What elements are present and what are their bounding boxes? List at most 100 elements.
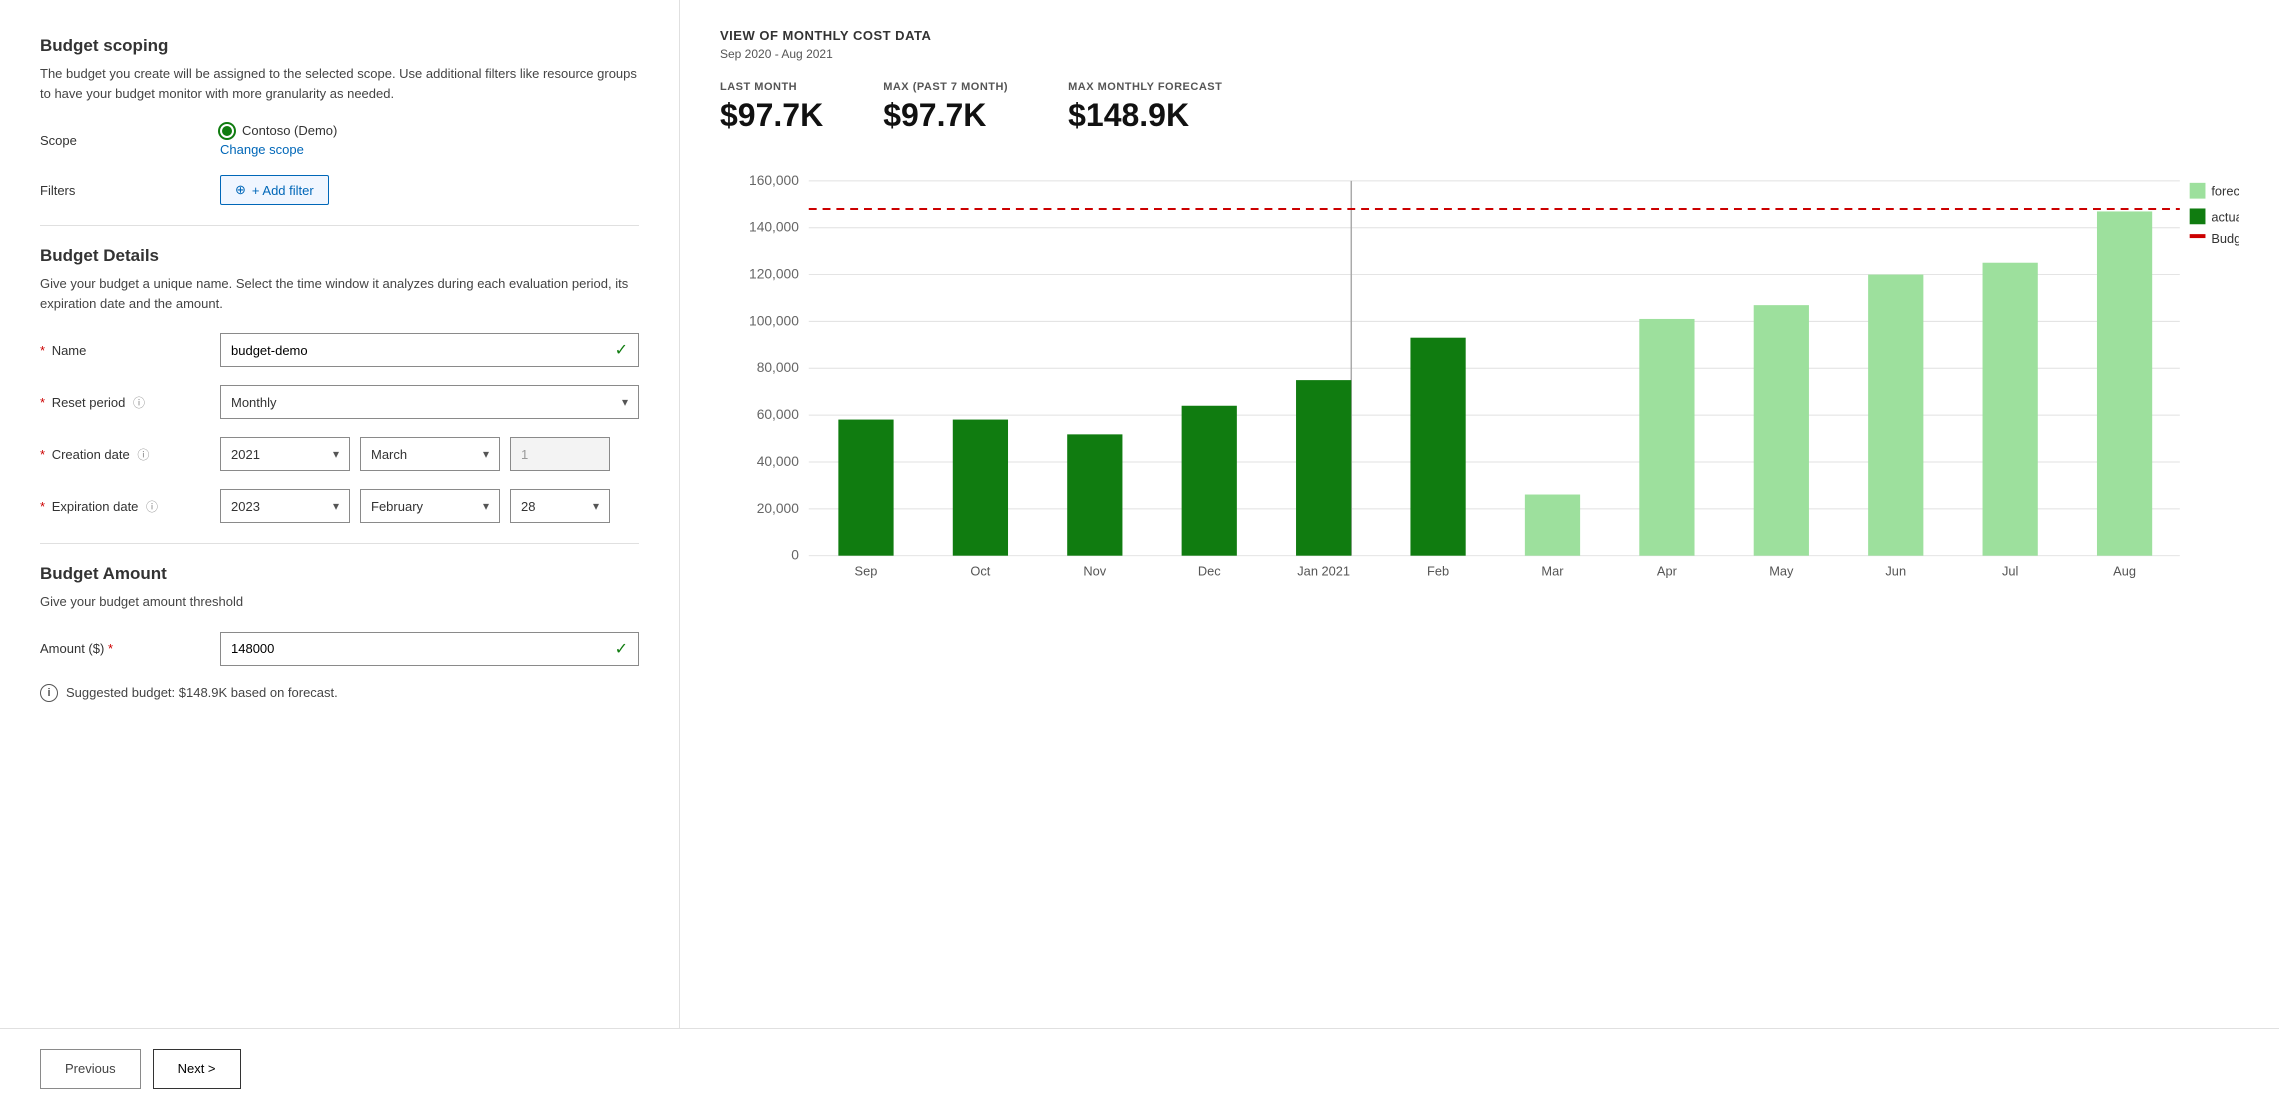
name-input-container[interactable]: ✓ — [220, 333, 639, 367]
chevron-down-icon: ▾ — [333, 499, 339, 513]
svg-text:Sep: Sep — [855, 563, 878, 578]
bar-mar — [1525, 495, 1580, 556]
chart-area: 160,000 140,000 120,000 100,000 80,000 6… — [720, 158, 2239, 618]
bar-aug — [2097, 211, 2152, 555]
add-filter-icon: ⊕ — [235, 182, 246, 198]
svg-text:Apr: Apr — [1657, 563, 1678, 578]
expiration-day-value: 28 — [521, 499, 535, 514]
bar-apr — [1639, 319, 1694, 556]
stat-forecast-value: $148.9K — [1068, 97, 1222, 134]
reset-period-label: * Reset period ⓘ — [40, 394, 220, 411]
check-icon: ✓ — [615, 340, 628, 360]
divider-1 — [40, 225, 639, 226]
svg-text:Jun: Jun — [1885, 563, 1906, 578]
expiration-year-value: 2023 — [231, 499, 260, 514]
previous-button[interactable]: Previous — [40, 1049, 141, 1089]
legend-forecast-label: forecast — [2211, 184, 2239, 199]
amount-label: Amount ($) * — [40, 641, 220, 656]
creation-date-row: * Creation date ⓘ 2021 ▾ March ▾ 1 — [40, 437, 639, 471]
reset-period-dropdown[interactable]: Monthly ▾ — [220, 385, 639, 419]
creation-day-field: 1 — [510, 437, 610, 471]
amount-input-container[interactable]: ✓ — [220, 632, 639, 666]
bar-jan — [1296, 380, 1351, 556]
svg-text:20,000: 20,000 — [757, 501, 800, 516]
reset-period-row: * Reset period ⓘ Monthly ▾ — [40, 385, 639, 419]
creation-date-info-icon: ⓘ — [137, 448, 149, 462]
left-panel: Budget scoping The budget you create wil… — [0, 0, 680, 1028]
budget-scoping-desc: The budget you create will be assigned t… — [40, 64, 639, 103]
creation-day-value: 1 — [521, 447, 528, 462]
scope-block: Contoso (Demo) Change scope — [220, 123, 337, 157]
creation-date-label: * Creation date ⓘ — [40, 446, 220, 463]
svg-text:40,000: 40,000 — [757, 454, 800, 469]
footer-bar: Previous Next > — [0, 1028, 2279, 1108]
stat-max-value: $97.7K — [883, 97, 1008, 134]
filters-row: Filters ⊕ + Add filter — [40, 175, 639, 205]
svg-text:Jan 2021: Jan 2021 — [1297, 563, 1350, 578]
filters-label: Filters — [40, 183, 220, 198]
stat-forecast: MAX MONTHLY FORECAST $148.9K — [1068, 81, 1222, 134]
expiration-year-dropdown[interactable]: 2023 ▾ — [220, 489, 350, 523]
creation-month-value: March — [371, 447, 407, 462]
bar-dec — [1182, 406, 1237, 556]
suggestion-info-icon: i — [40, 684, 58, 702]
budget-amount-desc: Give your budget amount threshold — [40, 592, 639, 612]
name-label: * Name — [40, 343, 220, 358]
legend-actual-label: actual — [2211, 209, 2239, 224]
stat-max: MAX (PAST 7 MONTH) $97.7K — [883, 81, 1008, 134]
svg-text:120,000: 120,000 — [749, 267, 799, 282]
svg-text:Mar: Mar — [1541, 563, 1564, 578]
chevron-down-icon: ▾ — [483, 447, 489, 461]
chart-subtitle: Sep 2020 - Aug 2021 — [720, 47, 2239, 61]
chevron-down-icon: ▾ — [622, 395, 628, 409]
stat-last-month: LAST MONTH $97.7K — [720, 81, 823, 134]
scope-label: Scope — [40, 133, 220, 148]
bar-sep — [838, 420, 893, 556]
expiration-month-dropdown[interactable]: February ▾ — [360, 489, 500, 523]
legend-forecast-swatch — [2190, 183, 2206, 199]
stat-last-month-label: LAST MONTH — [720, 81, 823, 93]
scope-status-dot — [220, 124, 234, 138]
stats-row: LAST MONTH $97.7K MAX (PAST 7 MONTH) $97… — [720, 81, 2239, 134]
right-panel: VIEW OF MONTHLY COST DATA Sep 2020 - Aug… — [680, 0, 2279, 1028]
creation-year-dropdown[interactable]: 2021 ▾ — [220, 437, 350, 471]
change-scope-link[interactable]: Change scope — [220, 142, 337, 157]
bar-oct — [953, 420, 1008, 556]
creation-month-dropdown[interactable]: March ▾ — [360, 437, 500, 471]
expiration-day-dropdown[interactable]: 28 ▾ — [510, 489, 610, 523]
expiration-date-fields: 2023 ▾ February ▾ 28 ▾ — [220, 489, 610, 523]
stat-max-label: MAX (PAST 7 MONTH) — [883, 81, 1008, 93]
svg-text:60,000: 60,000 — [757, 407, 800, 422]
main-content: Budget scoping The budget you create wil… — [0, 0, 2279, 1028]
suggestion-row: i Suggested budget: $148.9K based on for… — [40, 684, 639, 702]
amount-input[interactable] — [231, 641, 615, 656]
chevron-down-icon: ▾ — [593, 499, 599, 513]
svg-text:160,000: 160,000 — [749, 173, 799, 188]
add-filter-button[interactable]: ⊕ + Add filter — [220, 175, 329, 205]
add-filter-label: + Add filter — [252, 183, 314, 198]
scope-value: Contoso (Demo) — [220, 123, 337, 138]
chevron-down-icon: ▾ — [483, 499, 489, 513]
bar-jun — [1868, 275, 1923, 556]
svg-text:Feb: Feb — [1427, 563, 1449, 578]
expiration-date-row: * Expiration date ⓘ 2023 ▾ February ▾ 28 — [40, 489, 639, 523]
name-input[interactable] — [231, 343, 615, 358]
bar-may — [1754, 305, 1809, 556]
svg-text:Dec: Dec — [1198, 563, 1221, 578]
scope-name: Contoso (Demo) — [242, 123, 337, 138]
budget-scoping-title: Budget scoping — [40, 36, 639, 56]
name-row: * Name ✓ — [40, 333, 639, 367]
suggestion-text: Suggested budget: $148.9K based on forec… — [66, 685, 338, 700]
svg-text:100,000: 100,000 — [749, 313, 799, 328]
page-container: Budget scoping The budget you create wil… — [0, 0, 2279, 1108]
amount-row: Amount ($) * ✓ — [40, 632, 639, 666]
svg-text:Jul: Jul — [2002, 563, 2018, 578]
chart-title: VIEW OF MONTHLY COST DATA — [720, 28, 2239, 43]
expiration-date-label: * Expiration date ⓘ — [40, 498, 220, 515]
reset-period-info-icon: ⓘ — [133, 396, 145, 410]
svg-text:80,000: 80,000 — [757, 360, 800, 375]
legend-budget-label: Budget — [2211, 231, 2239, 246]
creation-year-value: 2021 — [231, 447, 260, 462]
next-button[interactable]: Next > — [153, 1049, 241, 1089]
expiration-month-value: February — [371, 499, 423, 514]
